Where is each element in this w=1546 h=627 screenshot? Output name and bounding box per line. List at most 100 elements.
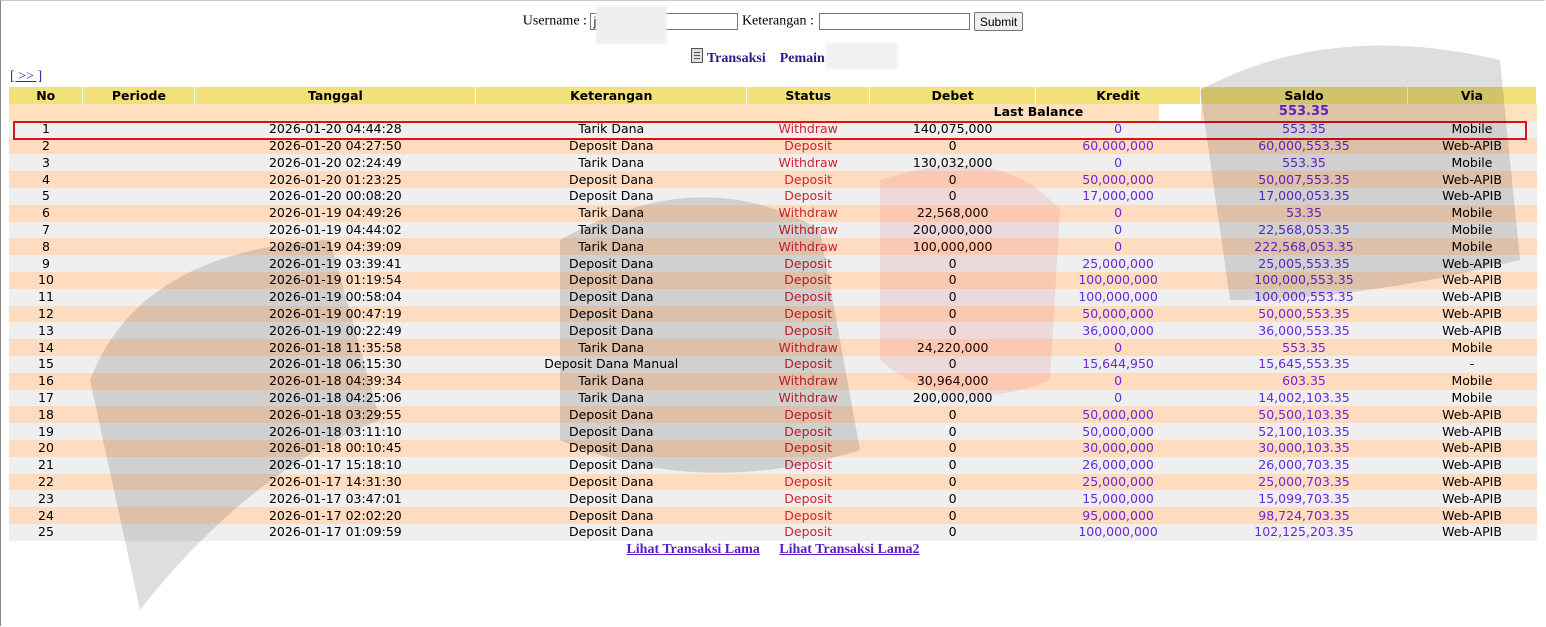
cell-no: 1	[9, 120, 83, 138]
cell-debet: 100,000,000	[869, 238, 1036, 256]
cell-status: Deposit	[746, 456, 870, 474]
cell-periode	[82, 154, 195, 172]
cell-tanggal: 2026-01-18 04:25:06	[194, 389, 476, 407]
cell-periode	[82, 456, 195, 474]
submit-button[interactable]: Submit	[973, 12, 1024, 31]
table-row: 9 2026-01-19 03:39:41 Deposit Dana Deposit 0…	[9, 255, 1537, 272]
cell-periode	[82, 439, 195, 457]
cell-kredit: 15,644,950	[1035, 355, 1201, 373]
cell-keterangan: Deposit Dana	[475, 255, 747, 272]
cell-periode	[82, 255, 195, 272]
cell-periode	[82, 490, 195, 508]
col-header-kredit: Kredit	[1035, 87, 1202, 104]
cell-keterangan: Deposit Dana	[475, 187, 747, 205]
cell-saldo: 100,000,553.35	[1200, 288, 1408, 306]
cell-debet: 0	[869, 473, 1036, 491]
cell-periode	[82, 288, 195, 306]
cell-via: Mobile	[1407, 154, 1537, 172]
cell-kredit: 25,000,000	[1035, 473, 1201, 491]
cell-no: 10	[9, 271, 83, 289]
cell-periode	[82, 507, 195, 524]
col-header-via: Via	[1407, 87, 1538, 104]
col-header-no: No	[9, 87, 84, 104]
cell-no: 14	[9, 339, 83, 356]
old-transactions-link-2[interactable]: Lihat Transaksi Lama2	[779, 542, 919, 557]
cell-status: Withdraw	[746, 120, 870, 138]
cell-tanggal: 2026-01-18 04:39:34	[194, 372, 476, 390]
cell-status: Withdraw	[746, 221, 870, 239]
table-row: 20 2026-01-18 00:10:45 Deposit Dana Deposit…	[9, 439, 1537, 457]
cell-kredit: 95,000,000	[1035, 507, 1201, 524]
cell-debet: 0	[869, 187, 1036, 205]
cell-saldo: 50,500,103.35	[1200, 406, 1408, 424]
username-label: Username :	[522, 13, 587, 29]
cell-tanggal: 2026-01-17 15:18:10	[194, 456, 476, 474]
cell-via: Web-APIB	[1407, 456, 1537, 474]
cell-status: Deposit	[746, 171, 870, 188]
cell-kredit: 100,000,000	[1035, 523, 1201, 541]
cell-periode	[82, 322, 195, 340]
cell-saldo: 25,000,703.35	[1200, 473, 1408, 491]
cell-kredit: 30,000,000	[1035, 439, 1201, 457]
cell-kredit: 26,000,000	[1035, 456, 1201, 474]
cell-periode	[82, 221, 195, 239]
cell-keterangan: Deposit Dana	[475, 507, 747, 524]
cell-kredit: 0	[1035, 339, 1201, 356]
cell-keterangan: Tarik Dana	[475, 221, 747, 239]
cell-tanggal: 2026-01-17 14:31:30	[194, 473, 476, 491]
next-page-link[interactable]: [ >> ]	[10, 69, 42, 85]
cell-kredit: 0	[1035, 372, 1201, 390]
cell-tanggal: 2026-01-19 04:39:09	[194, 238, 476, 256]
page-heading: Transaksi Pemain : jhe	[0, 48, 1546, 67]
cell-saldo: 30,000,103.35	[1200, 439, 1408, 457]
cell-status: Deposit	[746, 355, 870, 373]
cell-no: 2	[9, 137, 83, 155]
cell-debet: 0	[869, 322, 1036, 340]
cell-status: Withdraw	[746, 339, 870, 356]
cell-via: Web-APIB	[1407, 507, 1537, 524]
cell-status: Deposit	[746, 423, 870, 440]
cell-saldo: 603.35	[1200, 372, 1408, 390]
cell-status: Withdraw	[746, 372, 870, 390]
cell-periode	[82, 406, 195, 424]
cell-kredit: 15,000,000	[1035, 490, 1201, 508]
cell-saldo: 36,000,553.35	[1200, 322, 1408, 340]
cell-keterangan: Deposit Dana	[475, 523, 747, 541]
cell-debet: 0	[869, 271, 1036, 289]
table-row: 1 2026-01-20 04:44:28 Tarik Dana Withdraw 14…	[9, 120, 1537, 138]
cell-no: 7	[9, 221, 83, 239]
cell-keterangan: Deposit Dana	[475, 456, 747, 474]
cell-status: Deposit	[746, 473, 870, 491]
cell-keterangan: Deposit Dana Manual	[475, 355, 747, 373]
cell-tanggal: 2026-01-19 00:47:19	[194, 305, 476, 323]
keterangan-input[interactable]	[819, 13, 971, 30]
username-redaction	[596, 6, 667, 44]
cell-keterangan: Tarik Dana	[475, 238, 747, 256]
cell-keterangan: Deposit Dana	[475, 473, 747, 491]
cell-no: 17	[9, 389, 83, 407]
cell-via: -	[1407, 355, 1537, 373]
cell-tanggal: 2026-01-19 03:39:41	[194, 255, 476, 272]
cell-debet: 0	[869, 507, 1036, 524]
cell-saldo: 14,002,103.35	[1200, 389, 1408, 407]
cell-saldo: 15,099,703.35	[1200, 490, 1408, 508]
cell-kredit: 50,000,000	[1035, 406, 1201, 424]
cell-status: Deposit	[746, 507, 870, 524]
old-transactions-link[interactable]: Lihat Transaksi Lama	[626, 542, 759, 557]
cell-saldo: 26,000,703.35	[1200, 456, 1408, 474]
cell-tanggal: 2026-01-19 00:22:49	[194, 322, 476, 340]
cell-kredit: 25,000,000	[1035, 255, 1201, 272]
cell-kredit: 50,000,000	[1035, 423, 1201, 440]
cell-tanggal: 2026-01-18 03:29:55	[194, 406, 476, 424]
cell-via: Web-APIB	[1407, 490, 1537, 508]
cell-keterangan: Deposit Dana	[475, 322, 747, 340]
table-row: 24 2026-01-17 02:02:20 Deposit Dana Deposit…	[9, 507, 1537, 524]
cell-no: 18	[9, 406, 83, 424]
cell-periode	[82, 423, 195, 440]
cell-kredit: 100,000,000	[1035, 271, 1201, 289]
cell-kredit: 50,000,000	[1035, 305, 1201, 323]
cell-tanggal: 2026-01-19 04:44:02	[194, 221, 476, 239]
cell-kredit: 60,000,000	[1035, 137, 1201, 155]
table-row: 4 2026-01-20 01:23:25 Deposit Dana Deposit 0…	[9, 171, 1537, 188]
cell-keterangan: Deposit Dana	[475, 439, 747, 457]
